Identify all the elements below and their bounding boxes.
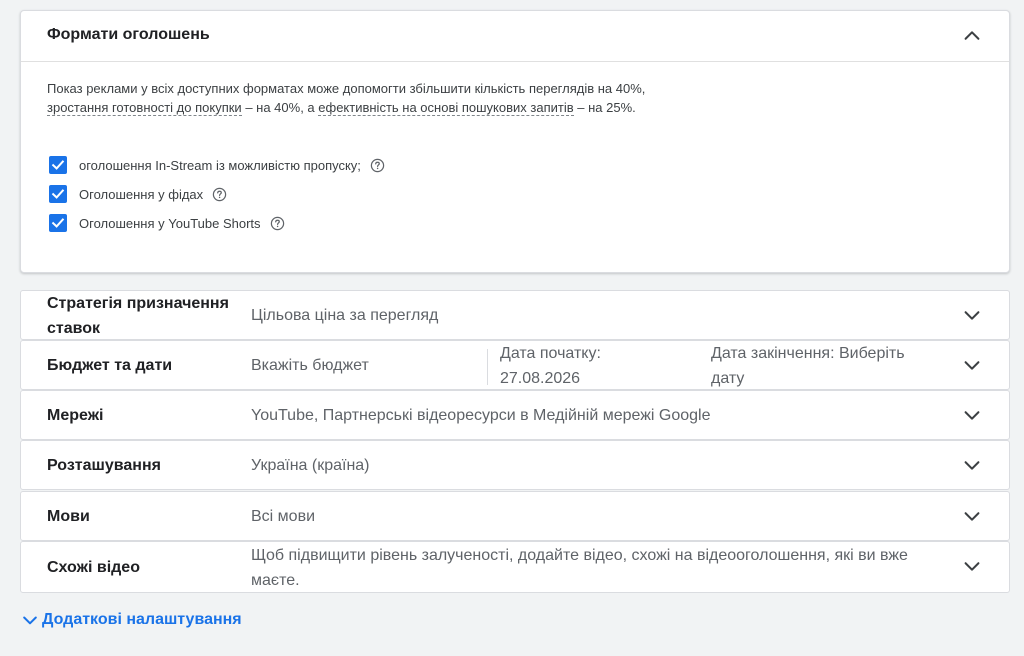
infeed-option[interactable]: Оголошення у фідах	[49, 183, 227, 205]
budget-value: Вкажіть бюджет	[251, 357, 369, 374]
locations-label: Розташування	[47, 457, 161, 474]
chevron-up-icon[interactable]	[961, 25, 983, 47]
bidding-strategy-label: Стратегія призначення ставок	[47, 295, 229, 337]
chevron-down-icon[interactable]	[961, 404, 983, 426]
additional-settings-label: Додаткові налаштування	[42, 611, 242, 628]
instream-checkbox[interactable]	[49, 156, 67, 174]
instream-label: оголошення In-Stream із можливістю пропу…	[79, 157, 361, 173]
instream-option[interactable]: оголошення In-Stream із можливістю пропу…	[49, 154, 385, 176]
shorts-checkbox[interactable]	[49, 214, 67, 232]
ad-formats-title: Формати оголошень	[47, 26, 210, 43]
divider	[487, 349, 488, 385]
networks-value: YouTube, Партнерські відеоресурси в Меді…	[251, 407, 711, 424]
chevron-down-icon[interactable]	[961, 555, 983, 577]
shorts-label: Оголошення у YouTube Shorts	[79, 215, 261, 231]
related-videos-label: Схожі відео	[47, 559, 140, 576]
end-date: Дата закінчення: Виберіть дату	[711, 345, 905, 387]
start-date: Дата початку: 27.08.2026	[500, 345, 601, 387]
infeed-label: Оголошення у фідах	[79, 186, 204, 202]
languages-value: Всі мови	[251, 508, 316, 525]
chevron-down-icon[interactable]	[961, 454, 983, 476]
networks-label: Мережі	[47, 407, 104, 424]
ad-formats-description: Показ реклами у всіх доступних форматах …	[47, 81, 646, 116]
bidding-strategy-value: Цільова ціна за перегляд	[251, 307, 439, 324]
bidding-strategy-row[interactable]: Стратегія призначення ставок Цільова цін…	[20, 290, 1010, 340]
languages-row[interactable]: Мови Всі мови	[20, 491, 1010, 541]
budget-dates-label: Бюджет та дати	[47, 357, 173, 374]
help-icon[interactable]	[270, 216, 285, 231]
help-icon[interactable]	[370, 158, 385, 173]
locations-value: Україна (країна)	[251, 457, 370, 474]
search-effectiveness-link[interactable]: ефективність на основі пошукових запитів	[318, 100, 574, 116]
ad-formats-card: Формати оголошень Показ реклами у всіх д…	[20, 10, 1010, 273]
shorts-option[interactable]: Оголошення у YouTube Shorts	[49, 212, 285, 234]
locations-row[interactable]: Розташування Україна (країна)	[20, 440, 1010, 490]
infeed-checkbox[interactable]	[49, 185, 67, 203]
help-icon[interactable]	[212, 187, 227, 202]
budget-dates-row[interactable]: Бюджет та дати Вкажіть бюджет Дата почат…	[20, 340, 1010, 390]
related-videos-row[interactable]: Схожі відео Щоб підвищити рівень залучен…	[20, 541, 1010, 593]
additional-settings-toggle[interactable]: Додаткові налаштування	[20, 610, 242, 630]
languages-label: Мови	[47, 508, 90, 525]
chevron-down-icon[interactable]	[961, 505, 983, 527]
related-videos-value: Щоб підвищити рівень залученості, додайт…	[251, 547, 908, 589]
chevron-down-icon[interactable]	[961, 304, 983, 326]
chevron-down-icon[interactable]	[961, 354, 983, 376]
ad-formats-header[interactable]: Формати оголошень	[21, 11, 1009, 62]
chevron-down-icon	[23, 616, 37, 625]
networks-row[interactable]: Мережі YouTube, Партнерські відеоресурси…	[20, 390, 1010, 440]
purchase-readiness-link[interactable]: зростання готовності до покупки	[47, 100, 242, 116]
